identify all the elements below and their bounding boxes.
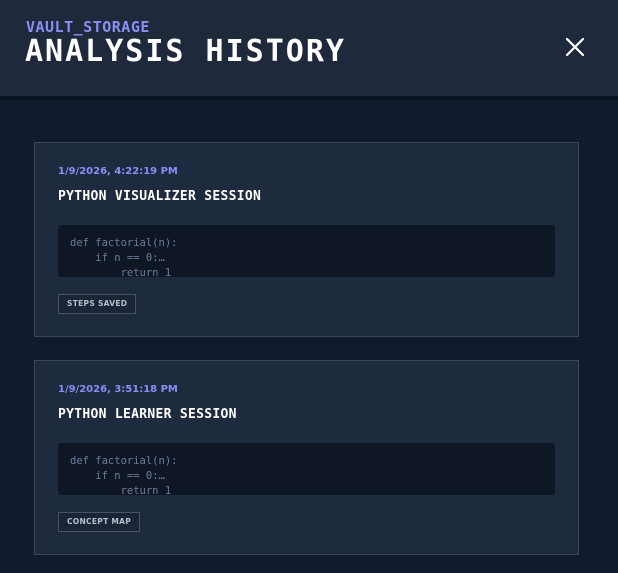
close-button[interactable]: [562, 34, 588, 60]
session-title: PYTHON LEARNER SESSION: [58, 407, 237, 422]
code-preview-text: def factorial(n): if n == 0:… return 1: [70, 237, 178, 277]
history-list[interactable]: 1/9/2026, 4:22:19 PM PYTHON VISUALIZER S…: [0, 104, 618, 573]
history-card[interactable]: 1/9/2026, 3:51:18 PM PYTHON LEARNER SESS…: [34, 360, 579, 555]
code-preview: def factorial(n): if n == 0:… return 1: [58, 443, 555, 495]
page-title: ANALYSIS HISTORY: [25, 34, 346, 69]
session-timestamp: 1/9/2026, 4:22:19 PM: [58, 166, 178, 177]
session-tag: CONCEPT MAP: [58, 512, 141, 532]
close-icon: [565, 37, 585, 57]
code-preview-text: def factorial(n): if n == 0:… return 1: [70, 455, 178, 495]
session-tag: STEPS SAVED: [58, 294, 137, 314]
session-timestamp: 1/9/2026, 3:51:18 PM: [58, 384, 178, 395]
modal-header: VAULT_STORAGE ANALYSIS HISTORY: [0, 0, 618, 100]
session-title: PYTHON VISUALIZER SESSION: [58, 189, 262, 204]
history-card[interactable]: 1/9/2026, 4:22:19 PM PYTHON VISUALIZER S…: [34, 142, 579, 337]
code-preview: def factorial(n): if n == 0:… return 1: [58, 225, 555, 277]
